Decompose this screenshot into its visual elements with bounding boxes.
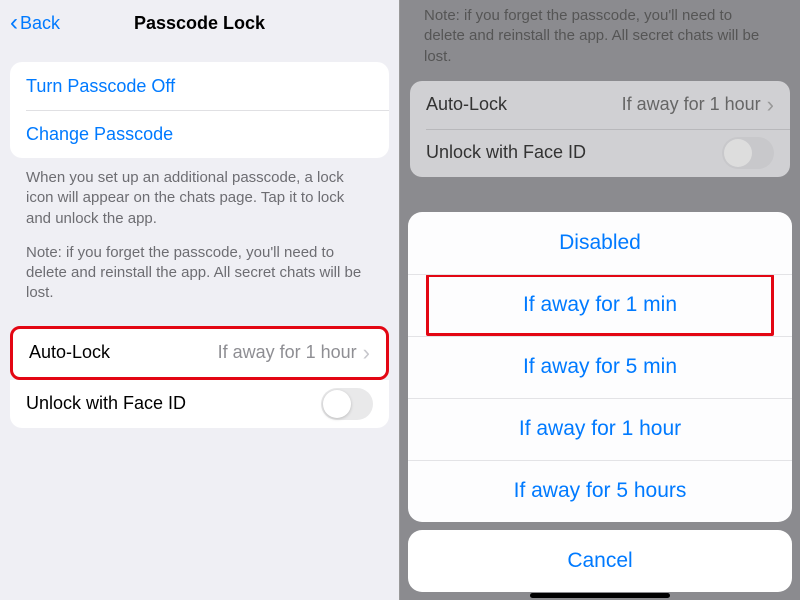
underlay-autolock-label: Auto-Lock xyxy=(426,94,507,115)
underlay-section: Auto-Lock If away for 1 hour › Unlock wi… xyxy=(410,81,790,177)
back-button[interactable]: ‹ Back xyxy=(10,11,60,35)
unlock-with-faceid-row[interactable]: Unlock with Face ID xyxy=(10,380,389,428)
back-label: Back xyxy=(20,13,60,34)
faceid-label: Unlock with Face ID xyxy=(26,393,186,414)
chevron-right-icon: › xyxy=(363,342,370,364)
autolock-action-sheet: Disabled If away for 1 min If away for 5… xyxy=(408,212,792,592)
footer-paragraph-2: Note: if you forget the passcode, you'll… xyxy=(26,243,373,304)
autolock-row-highlighted: Auto-Lock If away for 1 hour › xyxy=(10,326,389,380)
passcode-footer-text: When you set up an additional passcode, … xyxy=(0,158,399,304)
autolock-label: Auto-Lock xyxy=(29,342,110,363)
autolock-option-1hour[interactable]: If away for 1 hour xyxy=(408,398,792,460)
underlay-content: Note: if you forget the passcode, you'll… xyxy=(400,0,800,177)
underlay-autolock-value: If away for 1 hour xyxy=(622,94,761,115)
action-sheet-options: Disabled If away for 1 min If away for 5… xyxy=(408,212,792,522)
passcode-actions-section: Turn Passcode Off Change Passcode xyxy=(10,62,389,158)
toggle-knob xyxy=(724,139,752,167)
cancel-label: Cancel xyxy=(567,549,632,573)
footer-paragraph-1: When you set up an additional passcode, … xyxy=(26,168,373,229)
action-sheet-cancel[interactable]: Cancel xyxy=(408,530,792,592)
autolock-option-1min-highlighted[interactable]: If away for 1 min xyxy=(408,274,792,336)
option-label: Disabled xyxy=(559,231,641,255)
option-label: If away for 1 min xyxy=(523,293,677,317)
dimmed-background: Note: if you forget the passcode, you'll… xyxy=(400,0,800,600)
nav-bar: ‹ Back Passcode Lock xyxy=(0,0,399,46)
autolock-picker-screen: Note: if you forget the passcode, you'll… xyxy=(400,0,800,600)
autolock-value: If away for 1 hour xyxy=(218,342,357,363)
option-label: If away for 1 hour xyxy=(519,417,681,441)
chevron-right-icon: › xyxy=(767,94,774,116)
underlay-faceid-label: Unlock with Face ID xyxy=(426,142,586,163)
autolock-row[interactable]: Auto-Lock If away for 1 hour › xyxy=(13,329,386,377)
option-label: If away for 5 min xyxy=(523,355,677,379)
chevron-left-icon: ‹ xyxy=(10,11,18,35)
settings-screen-passcode-lock: ‹ Back Passcode Lock Turn Passcode Off C… xyxy=(0,0,400,600)
change-passcode-row[interactable]: Change Passcode xyxy=(10,110,389,158)
toggle-knob xyxy=(323,390,351,418)
autolock-option-disabled[interactable]: Disabled xyxy=(408,212,792,274)
autolock-option-5hours[interactable]: If away for 5 hours xyxy=(408,460,792,522)
change-passcode-label: Change Passcode xyxy=(26,124,173,145)
home-indicator xyxy=(530,593,670,598)
faceid-section: Unlock with Face ID xyxy=(10,380,389,428)
underlay-faceid-row: Unlock with Face ID xyxy=(410,129,790,177)
turn-passcode-off-label: Turn Passcode Off xyxy=(26,76,175,97)
option-label: If away for 5 hours xyxy=(514,479,687,503)
underlay-note: Note: if you forget the passcode, you'll… xyxy=(410,0,790,81)
underlay-faceid-toggle xyxy=(722,137,774,169)
autolock-option-5min[interactable]: If away for 5 min xyxy=(408,336,792,398)
underlay-autolock-row: Auto-Lock If away for 1 hour › xyxy=(410,81,790,129)
turn-passcode-off-row[interactable]: Turn Passcode Off xyxy=(10,62,389,110)
faceid-toggle[interactable] xyxy=(321,388,373,420)
